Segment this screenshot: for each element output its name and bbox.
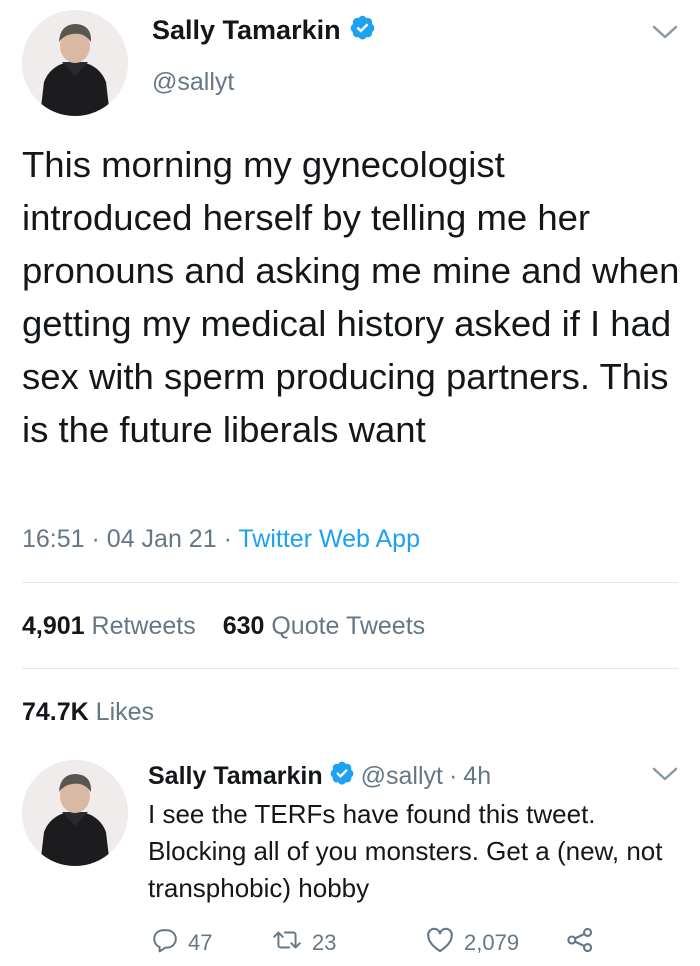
chevron-down-icon[interactable] (652, 24, 678, 45)
share-button[interactable] (566, 927, 594, 959)
reply-author-name[interactable]: Sally Tamarkin (148, 762, 323, 791)
like-count: 2,079 (464, 930, 520, 955)
chevron-down-icon[interactable] (652, 766, 678, 787)
reply-button[interactable]: 47 (152, 927, 212, 959)
author-handle[interactable]: @sallyt (152, 68, 234, 97)
like-button[interactable]: 2,079 (426, 927, 519, 959)
tweet-date: 04 Jan 21 (106, 525, 217, 553)
author-avatar[interactable] (22, 10, 128, 116)
meta-separator: · (448, 762, 458, 790)
like-icon (426, 927, 454, 959)
retweet-icon (272, 927, 302, 959)
tweet-source-link[interactable]: Twitter Web App (238, 525, 420, 553)
share-icon (566, 927, 594, 959)
divider (22, 582, 678, 583)
tweet-text: This morning my gynecologist introduced … (22, 144, 680, 450)
reply-icon (152, 927, 178, 959)
meta-separator: · (223, 525, 239, 553)
reply-count: 47 (188, 930, 213, 955)
reply-author-handle[interactable]: @sallyt (361, 762, 443, 791)
retweets-stat[interactable]: 4,901 Retweets (22, 612, 196, 640)
verified-icon (349, 14, 376, 46)
verified-icon (329, 760, 355, 793)
tweet-meta: 16:51 · 04 Jan 21 · Twitter Web App (22, 525, 420, 554)
likes-stat[interactable]: 74.7K Likes (22, 698, 154, 727)
quotes-stat[interactable]: 630 Quote Tweets (223, 612, 425, 640)
meta-separator: · (91, 525, 107, 553)
reply-author-avatar[interactable] (22, 760, 128, 866)
retweet-button[interactable]: 23 (272, 927, 336, 959)
tweet-time: 16:51 (22, 525, 85, 553)
engagement-row: 4,901 Retweets 630 Quote Tweets (22, 612, 425, 641)
author-name[interactable]: Sally Tamarkin (152, 15, 341, 46)
reply-text: I see the TERFs have found this tweet. B… (148, 799, 663, 903)
retweet-count: 23 (312, 930, 337, 955)
reply-age: 4h (463, 762, 492, 790)
divider (22, 668, 678, 669)
